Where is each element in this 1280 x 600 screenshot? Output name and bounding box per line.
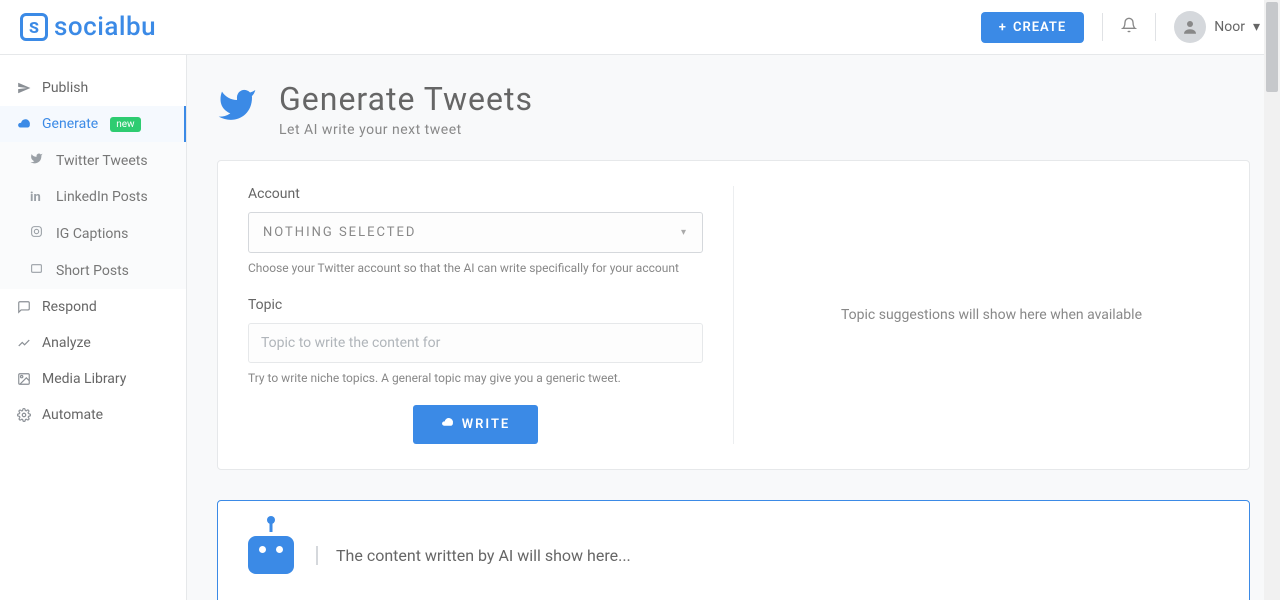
sidebar-item-media[interactable]: Media Library [0, 361, 186, 397]
sidebar-sub-label: IG Captions [56, 226, 128, 242]
user-name: Noor [1214, 19, 1245, 35]
paper-plane-icon [16, 81, 32, 95]
sidebar-sub-short[interactable]: Short Posts [0, 252, 186, 289]
scrollbar-thumb[interactable] [1266, 2, 1278, 92]
chevron-down-icon: ▾ [681, 227, 688, 238]
sidebar-sub-linkedin[interactable]: in LinkedIn Posts [0, 179, 186, 215]
scrollbar[interactable] [1264, 0, 1280, 600]
write-button[interactable]: WRITE [413, 405, 539, 444]
logo-mark-icon: S [20, 13, 48, 41]
twitter-icon [217, 85, 257, 138]
avatar-icon [1174, 11, 1206, 43]
twitter-icon [30, 152, 46, 169]
sidebar-item-label: Generate [42, 116, 98, 132]
sidebar-item-respond[interactable]: Respond [0, 289, 186, 325]
sidebar-sub-label: Short Posts [56, 263, 129, 279]
sidebar-item-label: Analyze [42, 335, 91, 351]
output-card: The content written by AI will show here… [217, 500, 1250, 600]
sidebar-item-label: Automate [42, 407, 103, 423]
layout: Publish Generate new Twitter Tweets in L… [0, 55, 1280, 600]
suggestions-placeholder: Topic suggestions will show here when av… [841, 307, 1142, 323]
page-subtitle: Let AI write your next tweet [279, 122, 533, 138]
sidebar-item-publish[interactable]: Publish [0, 70, 186, 106]
new-badge: new [110, 117, 140, 132]
sidebar-item-automate[interactable]: Automate [0, 397, 186, 433]
robot-icon [248, 536, 294, 574]
sidebar-sub-twitter[interactable]: Twitter Tweets [0, 142, 186, 179]
topic-help: Try to write niche topics. A general top… [248, 371, 703, 385]
account-label: Account [248, 186, 703, 202]
chart-icon [16, 336, 32, 350]
notifications-icon[interactable] [1121, 17, 1137, 37]
sidebar-item-label: Respond [42, 299, 97, 315]
sidebar-sub-label: LinkedIn Posts [56, 189, 148, 205]
output-placeholder: The content written by AI will show here… [316, 546, 631, 565]
gear-icon [16, 408, 32, 422]
account-select-value: NOTHING SELECTED [263, 225, 416, 240]
linkedin-icon: in [30, 190, 46, 205]
main-content: Generate Tweets Let AI write your next t… [187, 55, 1280, 600]
cloud-icon [441, 416, 454, 433]
user-menu[interactable]: Noor ▾ [1174, 11, 1260, 43]
plus-icon: + [999, 20, 1007, 35]
account-help: Choose your Twitter account so that the … [248, 261, 703, 275]
chat-icon [16, 300, 32, 314]
page-header: Generate Tweets Let AI write your next t… [217, 80, 1250, 138]
sidebar-sub-label: Twitter Tweets [56, 153, 148, 169]
sidebar-sub-ig[interactable]: IG Captions [0, 215, 186, 252]
sidebar-item-analyze[interactable]: Analyze [0, 325, 186, 361]
topbar-right: + CREATE Noor ▾ [981, 11, 1260, 43]
sidebar-item-label: Media Library [42, 371, 126, 387]
logo[interactable]: S socialbu [20, 12, 156, 42]
logo-text: socialbu [54, 12, 156, 42]
divider [1102, 13, 1103, 41]
page-title: Generate Tweets [279, 80, 533, 118]
create-button[interactable]: + CREATE [981, 12, 1084, 43]
sidebar: Publish Generate new Twitter Tweets in L… [0, 55, 187, 600]
divider [1155, 13, 1156, 41]
sidebar-item-label: Publish [42, 80, 88, 96]
create-button-label: CREATE [1013, 20, 1066, 35]
suggestions-panel: Topic suggestions will show here when av… [734, 186, 1249, 444]
account-select[interactable]: NOTHING SELECTED ▾ [248, 212, 703, 253]
sidebar-item-generate[interactable]: Generate new [0, 106, 186, 142]
instagram-icon [30, 225, 46, 242]
chevron-down-icon: ▾ [1253, 19, 1260, 35]
write-button-label: WRITE [462, 417, 511, 432]
topic-input[interactable] [248, 323, 703, 363]
topbar: S socialbu + CREATE Noor ▾ [0, 0, 1280, 55]
topic-label: Topic [248, 297, 703, 313]
card-icon [30, 262, 46, 279]
form-left: Account NOTHING SELECTED ▾ Choose your T… [218, 186, 734, 444]
cloud-icon [16, 117, 32, 131]
image-icon [16, 372, 32, 386]
form-card: Account NOTHING SELECTED ▾ Choose your T… [217, 160, 1250, 470]
